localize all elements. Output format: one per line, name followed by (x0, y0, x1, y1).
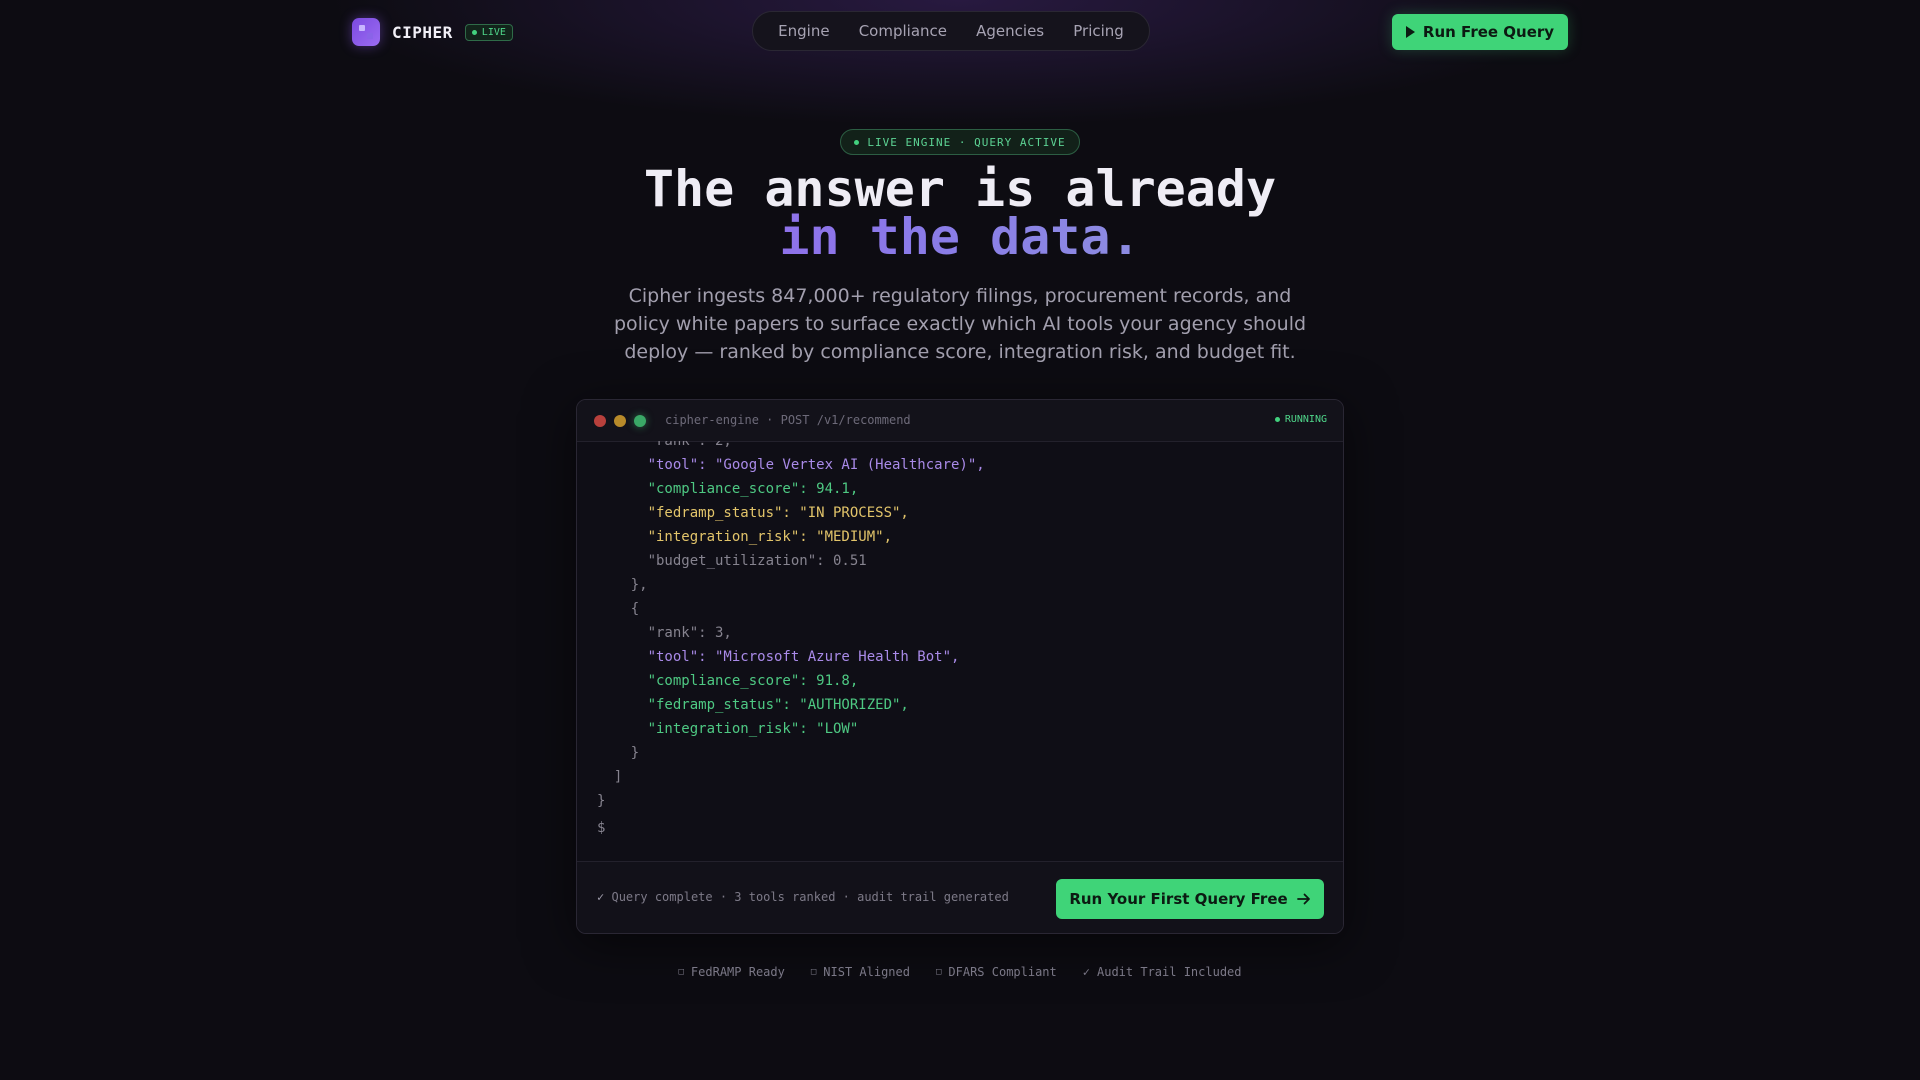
terminal-window: cipher-engine · POST /v1/recommend RUNNI… (576, 399, 1344, 934)
terminal-title: cipher-engine · POST /v1/recommend (665, 413, 911, 427)
running-dot-icon (1274, 417, 1280, 422)
code-line: "compliance_score": 94.1, (597, 481, 859, 497)
code-line: { (597, 601, 640, 617)
run-free-query-label: Run Free Query (1422, 23, 1555, 41)
code-line: "rank": 2, (597, 441, 732, 449)
nav-link-pricing[interactable]: Pricing (1063, 16, 1134, 46)
top-nav: CIPHER LIVE Engine Compliance Agencies P… (0, 0, 1920, 64)
run-free-query-button[interactable]: Run Free Query (1392, 14, 1568, 50)
code-line: "tool": "Google Vertex AI (Healthcare)", (597, 457, 985, 473)
brand-name: CIPHER (392, 22, 453, 42)
brand[interactable]: CIPHER LIVE (352, 18, 513, 46)
live-badge-label: LIVE (481, 26, 506, 38)
checkbox-icon: □ (678, 967, 684, 977)
checkbox-icon: □ (810, 967, 817, 977)
check-icon: ✓ (597, 890, 605, 904)
close-dot-icon (594, 415, 606, 427)
trust-item-fedramp: □ FedRAMP Ready (679, 965, 785, 979)
code-line: "fedramp_status": "IN PROCESS", (597, 505, 909, 521)
checkbox-icon: □ (935, 967, 942, 977)
trust-label: DFARS Compliant (948, 965, 1057, 979)
query-status: ✓ Query complete · 3 tools ranked · audi… (597, 890, 1009, 904)
check-icon: ✓ (1082, 965, 1090, 979)
nav-link-agencies[interactable]: Agencies (966, 16, 1054, 46)
code-line: "tool": "Microsoft Azure Health Bot", (597, 649, 960, 665)
code-line: } (597, 745, 640, 761)
code-line: "integration_risk": "MEDIUM", (597, 529, 893, 545)
code-line: }, (597, 577, 648, 593)
cipher-logo-icon (352, 18, 380, 46)
play-icon (1405, 26, 1415, 38)
running-label: RUNNING (1284, 414, 1327, 425)
code-line: "fedramp_status": "AUTHORIZED", (597, 697, 909, 713)
engine-status-badge: LIVE ENGINE · QUERY ACTIVE (840, 129, 1080, 155)
running-status: RUNNING (1274, 414, 1327, 425)
code-line: } (597, 793, 606, 809)
maximize-dot-icon (634, 415, 646, 427)
nav-link-engine[interactable]: Engine (768, 16, 839, 46)
code-line: "compliance_score": 91.8, (597, 673, 859, 689)
code-line: ] (597, 769, 623, 785)
live-badge: LIVE (464, 23, 513, 41)
terminal-titlebar: cipher-engine · POST /v1/recommend RUNNI… (577, 400, 1343, 442)
nav-link-compliance[interactable]: Compliance (849, 16, 957, 46)
minimize-dot-icon (614, 415, 626, 427)
arrow-right-icon (1296, 893, 1310, 905)
trust-badges: □ FedRAMP Ready □ NIST Aligned □ DFARS C… (560, 965, 1360, 979)
nav-links: Engine Compliance Agencies Pricing (752, 11, 1150, 51)
trust-label: NIST Aligned (823, 965, 910, 979)
live-dot-icon (471, 29, 477, 35)
terminal-output[interactable]: "rank": 2, "tool": "Google Vertex AI (He… (577, 441, 1343, 861)
run-first-query-label: Run Your First Query Free (1069, 890, 1288, 908)
trust-item-dfars: □ DFARS Compliant (936, 965, 1057, 979)
trust-item-nist: □ NIST Aligned (811, 965, 910, 979)
hero-subtitle: Cipher ingests 847,000+ regulatory filin… (613, 285, 1307, 363)
trust-label: FedRAMP Ready (690, 965, 785, 979)
terminal-prompt[interactable]: $ (597, 816, 605, 840)
status-dot-icon (854, 139, 860, 145)
engine-status-label: LIVE ENGINE · QUERY ACTIVE (867, 135, 1066, 149)
code-line: "rank": 3, (597, 625, 732, 641)
hero-title-line-2: in the data. (460, 212, 1460, 262)
run-first-query-button[interactable]: Run Your First Query Free (1056, 879, 1324, 919)
trust-item-audit: ✓ Audit Trail Included (1083, 965, 1242, 979)
code-line: "integration_risk": "LOW" (597, 721, 859, 737)
hero-title: The answer is already in the data. (460, 164, 1460, 262)
query-status-text: Query complete · 3 tools ranked · audit … (611, 890, 1009, 904)
terminal-footer: ✓ Query complete · 3 tools ranked · audi… (577, 861, 1343, 933)
code-line: "budget_utilization": 0.51 (597, 553, 867, 569)
trust-label: Audit Trail Included (1097, 965, 1242, 979)
